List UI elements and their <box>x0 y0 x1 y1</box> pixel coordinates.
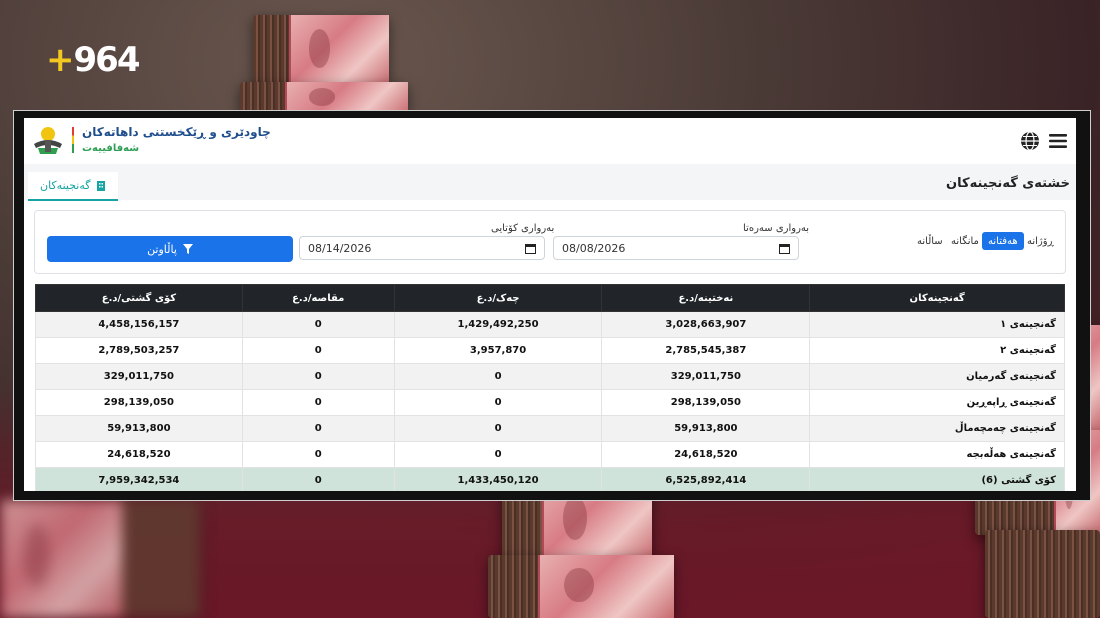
col-header-cheque[interactable]: چەک/د.ع <box>393 284 603 312</box>
money-stack-left-blur <box>0 500 200 618</box>
app-subtitle: شەفافییەت <box>82 143 140 154</box>
table-row: 298,139,050 0 0 298,139,050 گەنجینەی ڕاپ… <box>35 389 1065 416</box>
period-yearly[interactable]: ساڵانە <box>917 232 943 250</box>
start-date-input[interactable]: 08/08/2026 <box>553 236 799 260</box>
period-daily[interactable]: ڕۆژانە <box>1027 232 1054 250</box>
col-header-total[interactable]: کۆی گشتی/د.ع <box>35 284 243 312</box>
kurdistan-emblem-icon <box>34 127 62 154</box>
cell-treasury-name: گەنجینەی هەڵەبجە <box>809 441 1065 468</box>
cell-cash: 3,028,663,907 <box>601 311 811 338</box>
calendar-icon[interactable] <box>525 243 536 254</box>
globe-icon[interactable] <box>1020 131 1040 151</box>
cell-cash: 59,913,800 <box>601 415 811 442</box>
cell-clearing: 0 <box>241 467 395 491</box>
top-navbar: چاودێری و ڕێکخستنی داهاتەکان شەفافییەت <box>24 118 1076 165</box>
cell-cheque: 3,957,870 <box>393 337 603 364</box>
cell-total: 2,789,503,257 <box>35 337 243 364</box>
cell-clearing: 0 <box>241 415 395 442</box>
cell-total: 59,913,800 <box>35 415 243 442</box>
cell-total: 298,139,050 <box>35 389 243 416</box>
tab-label: گەنجینەکان <box>40 179 91 192</box>
filter-button-label: پاڵاوتن <box>147 242 177 256</box>
sub-header <box>24 164 1076 200</box>
end-date-input[interactable]: 08/14/2026 <box>299 236 545 260</box>
money-stack-right-3 <box>985 530 1100 618</box>
treasury-table: کۆی گشتی/د.ع مقاصە/د.ع چەک/د.ع نەختینە/د… <box>35 284 1065 491</box>
start-date-label: بەرواری سەرەتا <box>743 223 810 234</box>
cell-total: 7,959,342,534 <box>35 467 243 491</box>
cell-cash: 298,139,050 <box>601 389 811 416</box>
cell-total: 329,011,750 <box>35 363 243 390</box>
cell-clearing: 0 <box>241 363 395 390</box>
table-row: 329,011,750 0 0 329,011,750 گەنجینەی گەر… <box>35 363 1065 390</box>
cell-cash: 2,785,545,387 <box>601 337 811 364</box>
logo-number: 964 <box>73 40 141 80</box>
cell-treasury-name: گەنجینەی ٢ <box>809 337 1065 364</box>
table-total-row: 7,959,342,534 0 1,433,450,120 6,525,892,… <box>35 467 1065 491</box>
money-stack-top-1 <box>253 15 389 85</box>
cell-cheque: 0 <box>393 441 603 468</box>
cell-total: 4,458,156,157 <box>35 311 243 338</box>
outlet-logo: + 964 <box>46 40 141 80</box>
end-date-value: 08/14/2026 <box>308 241 372 255</box>
cell-clearing: 0 <box>241 337 395 364</box>
cell-clearing: 0 <box>241 311 395 338</box>
start-date-value: 08/08/2026 <box>562 241 626 255</box>
table-header-row: کۆی گشتی/د.ع مقاصە/د.ع چەک/د.ع نەختینە/د… <box>35 284 1065 312</box>
cell-treasury-name: گەنجینەی چەمچەماڵ <box>809 415 1065 442</box>
calendar-icon[interactable] <box>779 243 790 254</box>
logo-plus: + <box>46 40 74 80</box>
money-stack-bottom-2 <box>488 555 674 618</box>
cell-cheque: 0 <box>393 389 603 416</box>
cell-cheque: 1,429,492,250 <box>393 311 603 338</box>
funnel-icon <box>182 244 193 254</box>
table-row: 2,789,503,257 0 3,957,870 2,785,545,387 … <box>35 337 1065 364</box>
cell-cheque: 0 <box>393 415 603 442</box>
table-row: 24,618,520 0 0 24,618,520 گەنجینەی هەڵەب… <box>35 441 1065 468</box>
cell-total: 24,618,520 <box>35 441 243 468</box>
app-title: چاودێری و ڕێکخستنی داهاتەکان <box>82 125 271 139</box>
cell-clearing: 0 <box>241 389 395 416</box>
col-header-cash[interactable]: نەختینە/د.ع <box>601 284 811 312</box>
filter-button[interactable]: پاڵاوتن <box>47 236 293 262</box>
table-row: 59,913,800 0 0 59,913,800 گەنجینەی چەمچە… <box>35 415 1065 442</box>
cell-clearing: 0 <box>241 441 395 468</box>
end-date-label: بەرواری کۆتایی <box>491 223 555 234</box>
period-monthly[interactable]: مانگانە <box>951 232 979 250</box>
col-header-treasury[interactable]: گەنجینەکان <box>809 284 1065 312</box>
cell-treasury-name: گەنجینەی ١ <box>809 311 1065 338</box>
cell-cash: 329,011,750 <box>601 363 811 390</box>
cell-cash: 24,618,520 <box>601 441 811 468</box>
building-icon <box>96 181 105 191</box>
cell-treasury-name: گەنجینەی ڕاپەڕین <box>809 389 1065 416</box>
cell-cheque: 0 <box>393 363 603 390</box>
hamburger-menu-icon[interactable] <box>1048 131 1068 151</box>
cell-cheque: 1,433,450,120 <box>393 467 603 491</box>
cell-total-label: کۆی گشتی (6) <box>809 467 1065 491</box>
table-row: 4,458,156,157 0 1,429,492,250 3,028,663,… <box>35 311 1065 338</box>
brand-divider <box>72 127 74 153</box>
app-panel: چاودێری و ڕێکخستنی داهاتەکان شەفافییەت گ… <box>24 118 1076 491</box>
period-weekly[interactable]: هەفتانە <box>982 232 1024 250</box>
tab-treasuries[interactable]: گەنجینەکان <box>28 172 118 201</box>
cell-cash: 6,525,892,414 <box>601 467 811 491</box>
page-title: خشتەی گەنجینەکان <box>946 176 1070 191</box>
filter-panel: پاڵاوتن بەرواری کۆتایی 08/14/2026 بەروار… <box>34 210 1066 274</box>
col-header-clearing[interactable]: مقاصە/د.ع <box>241 284 395 312</box>
cell-treasury-name: گەنجینەی گەرمیان <box>809 363 1065 390</box>
